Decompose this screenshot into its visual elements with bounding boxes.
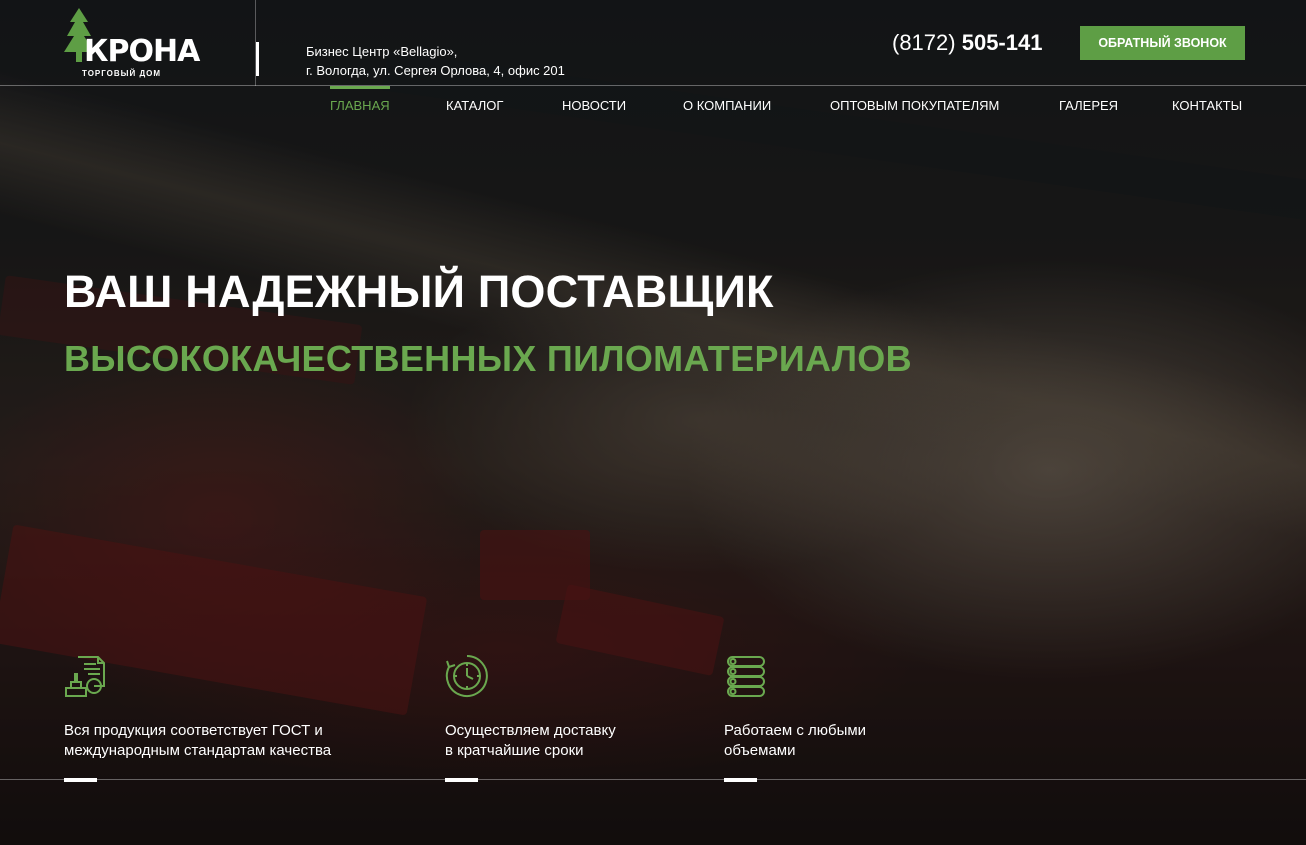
phone-code: (8172) xyxy=(892,30,956,55)
address-marker xyxy=(256,42,259,76)
callback-button[interactable]: ОБРАТНЫЙ ЗВОНОК xyxy=(1080,26,1245,60)
nav-item-contacts[interactable]: КОНТАКТЫ xyxy=(1172,98,1242,113)
feature-volume-line-1: Работаем с любыми xyxy=(724,722,867,739)
lumber-stack-icon xyxy=(727,656,765,697)
feature-quality-line-1: Вся продукция соответствует ГОСТ и xyxy=(64,722,323,739)
feature-quality-line-2: международным стандартам качества xyxy=(64,742,332,759)
feature-delivery: Осуществляем доставку в кратчайшие сроки xyxy=(445,654,745,782)
nav-item-home[interactable]: ГЛАВНАЯ xyxy=(330,86,390,113)
site-header: КРОНА ТОРГОВЫЙ ДОМ Бизнес Центр «Bellagi… xyxy=(0,0,1306,86)
features-divider xyxy=(0,779,1306,780)
brand-tagline: ТОРГОВЫЙ ДОМ xyxy=(82,69,162,78)
clock-icon xyxy=(445,655,488,697)
nav-item-catalog[interactable]: КАТАЛОГ xyxy=(446,98,503,113)
office-address: Бизнес Центр «Bellagio», г. Вологда, ул.… xyxy=(306,42,565,80)
nav-item-about[interactable]: О КОМПАНИИ xyxy=(683,98,771,113)
feature-delivery-line-1: Осуществляем доставку xyxy=(445,722,616,739)
brand-logo[interactable]: КРОНА ТОРГОВЫЙ ДОМ xyxy=(64,8,204,80)
phone-digits: 505-141 xyxy=(961,30,1043,55)
hero-subtitle: ВЫСОКОКАЧЕСТВЕННЫХ ПИЛОМАТЕРИАЛОВ xyxy=(64,338,912,379)
feature-delivery-line-2: в кратчайшие сроки xyxy=(445,742,584,759)
nav-item-gallery[interactable]: ГАЛЕРЕЯ xyxy=(1059,98,1118,113)
address-line-2: г. Вологда, ул. Сергея Орлова, 4, офис 2… xyxy=(306,63,565,78)
hero-title: ВАШ НАДЕЖНЫЙ ПОСТАВЩИК xyxy=(64,266,774,317)
feature-volume-line-2: объемами xyxy=(724,742,796,759)
feature-volume: Работаем с любыми объемами xyxy=(724,654,1024,782)
brand-name: КРОНА xyxy=(84,34,200,69)
nav-item-wholesale[interactable]: ОПТОВЫМ ПОКУПАТЕЛЯМ xyxy=(830,98,999,113)
certificate-icon xyxy=(65,656,105,697)
nav-item-news[interactable]: НОВОСТИ xyxy=(562,98,626,113)
feature-quality: Вся продукция соответствует ГОСТ и между… xyxy=(64,654,364,782)
address-line-1: Бизнес Центр «Bellagio», xyxy=(306,44,458,59)
phone-number[interactable]: (8172) 505-141 xyxy=(892,30,1042,56)
main-nav: ГЛАВНАЯ КАТАЛОГ НОВОСТИ О КОМПАНИИ ОПТОВ… xyxy=(0,86,1306,126)
